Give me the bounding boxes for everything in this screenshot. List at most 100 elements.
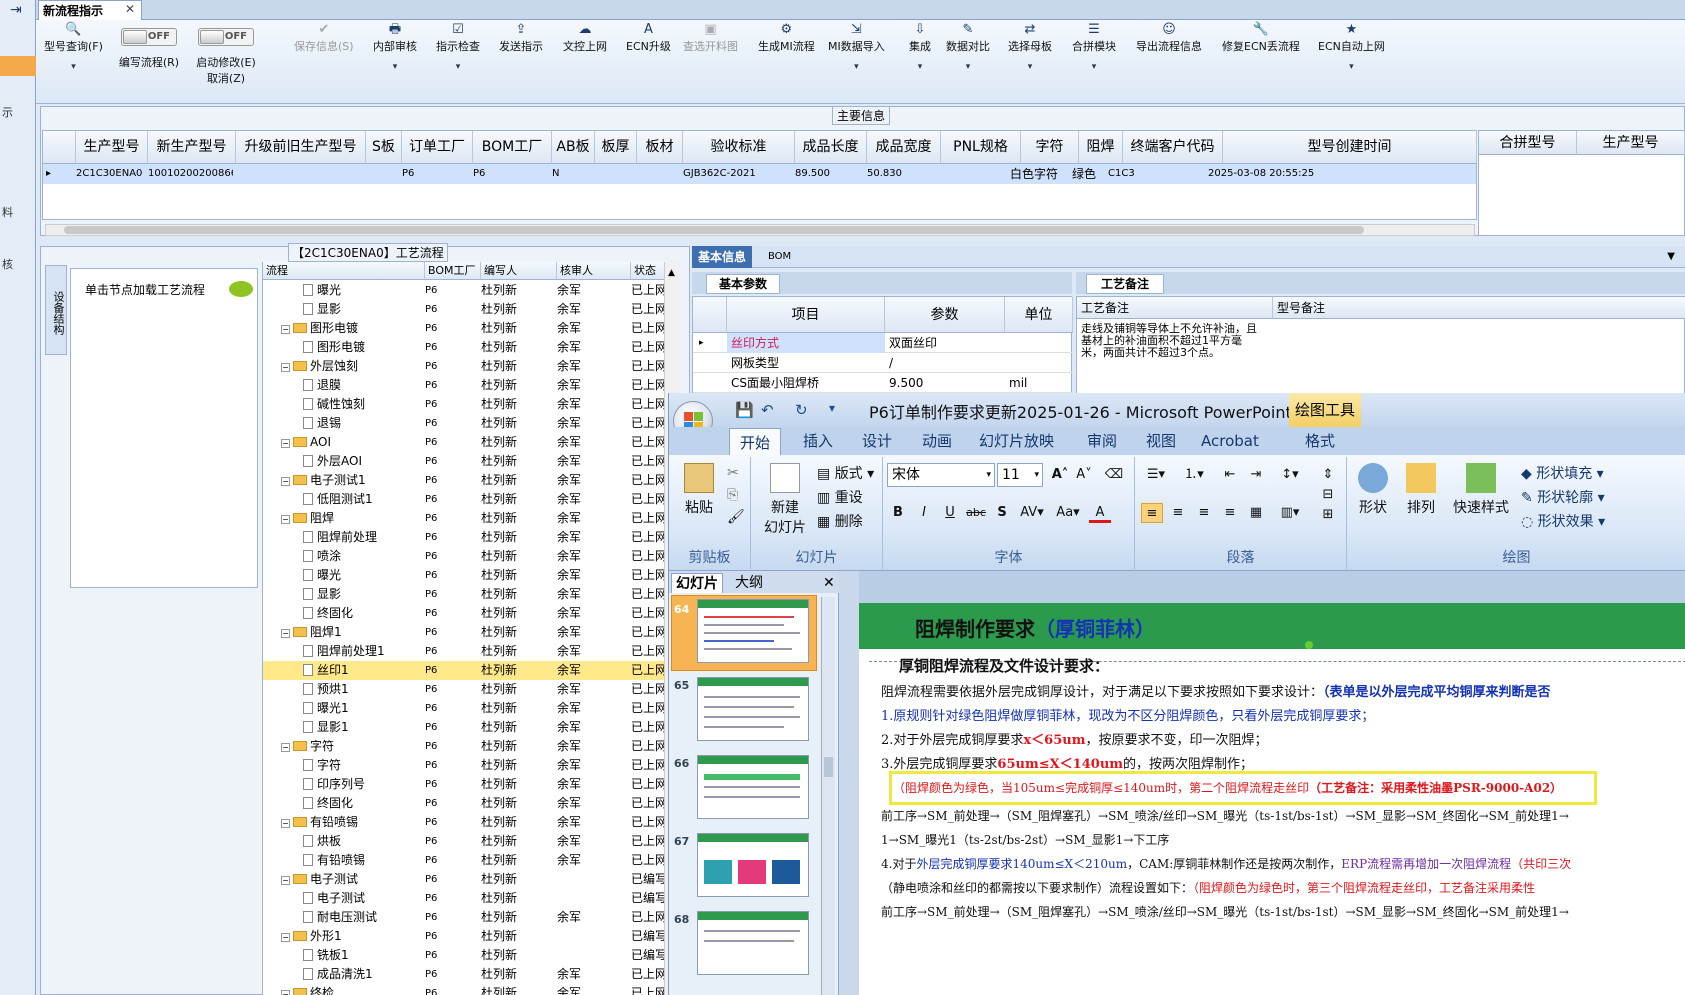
grow-font-icon[interactable]: A˄ — [1049, 465, 1071, 485]
col-header[interactable]: BOM工厂 — [425, 262, 481, 280]
ecn-auto-online-button[interactable]: ★ ECN自动上网 ▾ — [1318, 22, 1385, 72]
sidebar-text[interactable]: 示 — [2, 104, 13, 120]
col-header[interactable]: 项目 — [727, 297, 885, 333]
tree-node[interactable]: − 有铅喷锡 — [281, 813, 358, 832]
shadow-icon[interactable]: S — [991, 503, 1013, 523]
tree-node[interactable]: − 字符 — [281, 737, 334, 756]
tree-node[interactable]: − 阻焊1 — [281, 623, 342, 642]
bold-icon[interactable]: B — [887, 503, 909, 523]
table-row[interactable]: 烘板 P6 杜列新 余军 已上网 — [263, 832, 680, 851]
undo-icon[interactable]: ↶ — [761, 401, 774, 419]
col-header[interactable]: 流程 — [263, 262, 425, 280]
instruction-check-button[interactable]: ☑ 指示检查 ▾ — [436, 22, 480, 72]
char-spacing-icon[interactable]: AV▾ — [1017, 503, 1047, 523]
align-right-icon[interactable]: ≡ — [1193, 503, 1215, 523]
collapse-icon[interactable]: − — [281, 363, 290, 372]
slide-subtitle[interactable]: 厚铜阻焊流程及文件设计要求： — [899, 655, 1109, 676]
col-header[interactable]: 板材 — [637, 131, 683, 164]
tree-node[interactable]: 电子测试 — [303, 889, 365, 908]
sidebar-text[interactable]: 料 — [2, 204, 13, 220]
tab-slides[interactable]: 幻灯片 — [671, 573, 723, 593]
table-row[interactable]: 字符 P6 杜列新 余军 已上网 — [263, 756, 680, 775]
collapse-icon[interactable]: − — [281, 515, 290, 524]
tree-node[interactable]: − 电子测试 — [281, 870, 358, 889]
table-row[interactable]: − 字符 P6 杜列新 余军 已上网 — [263, 737, 680, 756]
cancel-modify-button[interactable]: 取消(Z) — [192, 70, 260, 86]
col-header[interactable]: S板 — [366, 131, 402, 164]
table-row[interactable]: − 阻焊1 P6 杜列新 余军 已上网 — [263, 623, 680, 642]
slide-text-line[interactable]: 前工序→SM_前处理→（SM_阻焊塞孔）→SM_喷涂/丝印→SM_曝光（ts-1… — [881, 807, 1569, 824]
table-row[interactable]: ▸ 2C1C30ENA0 10010200200866 P6 P6 N GJB3… — [43, 164, 1476, 184]
col-header[interactable]: 生产型号 — [1577, 131, 1685, 155]
doc-control-online-button[interactable]: ☁ 文控上网 — [563, 22, 607, 54]
tab-animation[interactable]: 动画 — [922, 427, 952, 455]
italic-icon[interactable]: I — [913, 503, 935, 523]
table-row[interactable]: − 电子测试1 P6 杜列新 余军 已上网 — [263, 471, 680, 490]
send-instruction-button[interactable]: ⇪ 发送指示 — [499, 22, 543, 54]
tree-node[interactable]: − 终检 — [281, 984, 334, 995]
tab-view[interactable]: 视图 — [1146, 427, 1176, 455]
table-row[interactable]: 丝印1 P6 杜列新 余军 已上网 — [263, 661, 680, 680]
internal-review-button[interactable]: 🖶 内部审核 ▾ — [373, 22, 417, 72]
decrease-indent-icon[interactable]: ⇤ — [1219, 465, 1241, 485]
tree-node[interactable]: 烘板 — [303, 832, 341, 851]
shrink-font-icon[interactable]: A˅ — [1073, 465, 1095, 485]
col-header[interactable]: 订单工厂 — [402, 131, 473, 164]
collapse-icon[interactable]: − — [281, 990, 290, 995]
tab-design[interactable]: 设计 — [862, 427, 892, 455]
change-case-icon[interactable]: Aa▾ — [1053, 503, 1083, 523]
tree-node[interactable]: 有铅喷锡 — [303, 851, 365, 870]
tab-format[interactable]: 格式 — [1305, 427, 1335, 455]
line-spacing-icon[interactable]: ↕▾ — [1275, 465, 1305, 485]
tree-node[interactable]: − AOI — [281, 433, 331, 452]
table-row[interactable]: 预烘1 P6 杜列新 余军 已上网 — [263, 680, 680, 699]
table-row[interactable]: − 阻焊 P6 杜列新 余军 已上网 — [263, 509, 680, 528]
slide-text-line[interactable]: 3.外层完成铜厚要求65um≤X＜140um的，按两次阻焊制作； — [881, 753, 1253, 772]
collapse-icon[interactable]: − — [281, 325, 290, 334]
distribute-icon[interactable]: ▦ — [1245, 503, 1267, 523]
new-slide-button[interactable]: 新建 幻灯片 — [757, 463, 813, 537]
tab-bom[interactable]: BOM — [762, 246, 797, 268]
collapse-icon[interactable]: − — [281, 933, 290, 942]
tab-basic-params[interactable]: 基本参数 — [706, 274, 781, 294]
font-size-select[interactable]: 11 ▾ — [997, 463, 1043, 487]
generate-mi-flow-button[interactable]: ⚙ 生成MI流程 — [758, 22, 815, 54]
tree-node[interactable]: 退膜 — [303, 376, 341, 395]
table-row[interactable]: 图形电镀 P6 杜列新 余军 已上网 — [263, 338, 680, 357]
layout-button[interactable]: ▤ 版式 ▾ — [817, 463, 874, 483]
select-mother-board-button[interactable]: ⇄ 选择母板 ▾ — [1008, 22, 1052, 72]
horizontal-scrollbar[interactable] — [45, 224, 1475, 236]
save-icon[interactable]: 💾 — [735, 401, 754, 419]
tab-slideshow[interactable]: 幻灯片放映 — [979, 427, 1054, 455]
format-painter-icon[interactable]: 🖌 — [727, 509, 745, 525]
table-row[interactable]: 终固化 P6 杜列新 余军 已上网 — [263, 794, 680, 813]
slide-thumbnail[interactable] — [697, 677, 809, 741]
device-structure-tab[interactable]: 设备结构 — [45, 265, 67, 355]
tree-node[interactable]: 阻焊前处理1 — [303, 642, 385, 661]
ecn-upgrade-button[interactable]: A ECN升级 — [626, 22, 671, 54]
tree-node[interactable]: 曝光1 — [303, 699, 349, 718]
shape-outline-button[interactable]: ✎ 形状轮廓 ▾ — [1521, 487, 1605, 507]
strikethrough-icon[interactable]: abc — [965, 503, 987, 523]
col-header[interactable]: 终端客户代码 — [1123, 131, 1223, 164]
tree-node[interactable]: 显影 — [303, 585, 341, 604]
collapse-icon[interactable]: − — [281, 876, 290, 885]
table-row[interactable]: 阻焊前处理1 P6 杜列新 余军 已上网 — [263, 642, 680, 661]
tab-insert[interactable]: 插入 — [803, 427, 833, 455]
align-center-icon[interactable]: ≡ — [1167, 503, 1189, 523]
col-header[interactable]: 型号创建时间 — [1223, 131, 1477, 164]
col-header[interactable]: 板厚 — [595, 131, 637, 164]
col-header[interactable]: 成品宽度 — [867, 131, 941, 164]
shape-effects-button[interactable]: ◌ 形状效果 ▾ — [1521, 511, 1605, 531]
tree-node[interactable]: − 电子测试1 — [281, 471, 366, 490]
tree-node[interactable]: 曝光 — [303, 281, 341, 300]
table-row[interactable]: 曝光 P6 杜列新 余军 已上网 — [263, 566, 680, 585]
slide-thumbnail[interactable] — [697, 833, 809, 897]
table-row[interactable]: 印序列号 P6 杜列新 余军 已上网 — [263, 775, 680, 794]
tree-node[interactable]: 图形电镀 — [303, 338, 365, 357]
table-row[interactable]: 低阻测试1 P6 杜列新 余军 已上网 — [263, 490, 680, 509]
tree-node[interactable]: 耐电压测试 — [303, 908, 377, 927]
quick-styles-button[interactable]: 快速样式 — [1449, 463, 1513, 517]
table-row[interactable]: − 外层蚀刻 P6 杜列新 余军 已上网 — [263, 357, 680, 376]
col-header[interactable]: 阻焊 — [1079, 131, 1123, 164]
